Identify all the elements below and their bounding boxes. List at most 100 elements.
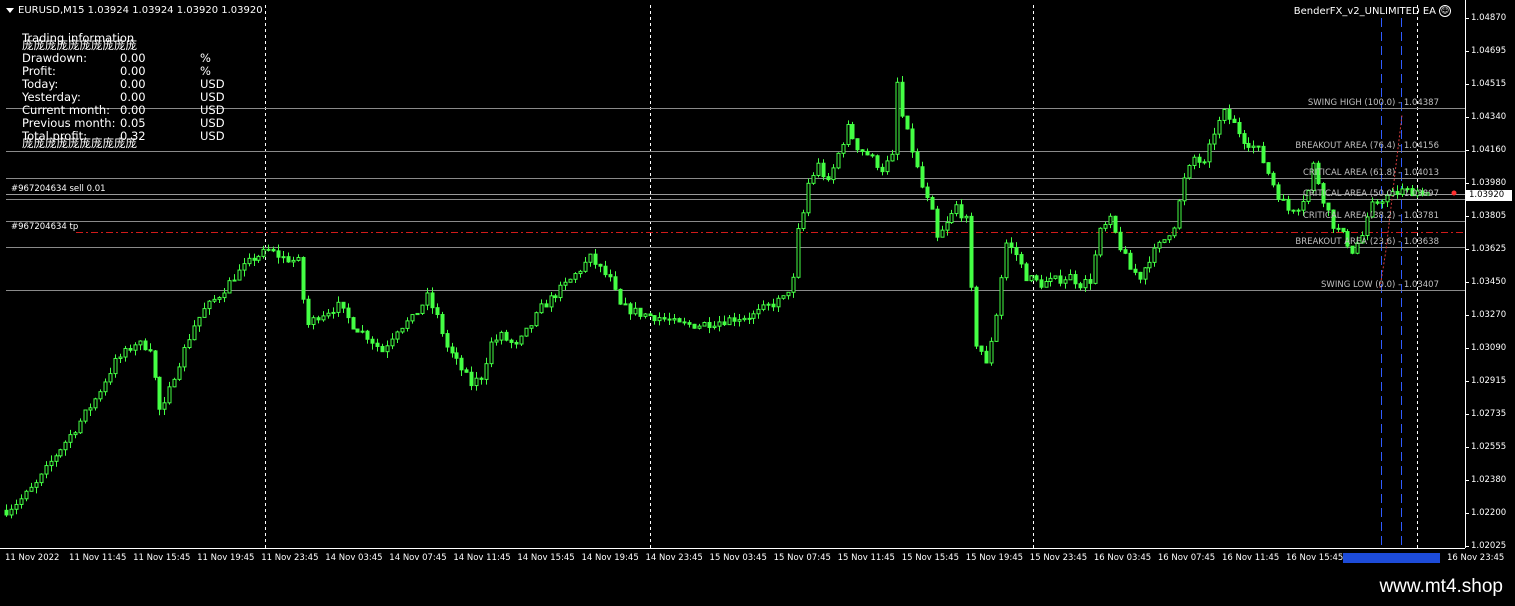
price-axis[interactable]: 1.04870 1.04695 1.04515 1.04340 1.04160 1.039… [1465, 0, 1515, 551]
order-lines[interactable] [6, 190, 1465, 233]
candle [63, 440, 68, 456]
candle [544, 299, 549, 308]
candle [821, 159, 826, 181]
candle [1167, 235, 1172, 244]
candle [187, 333, 192, 350]
candle [459, 355, 464, 377]
candle [108, 367, 113, 385]
candle [1009, 237, 1014, 254]
price-tick: 1.04160 [1465, 144, 1507, 155]
candle [242, 258, 247, 277]
candle [207, 299, 212, 315]
candle [172, 377, 177, 388]
candle [395, 330, 400, 343]
candle [390, 333, 395, 350]
chart-header[interactable]: EURUSD,M15 1.03924 1.03924 1.03920 1.039… [6, 5, 263, 16]
time-selection-highlight [1343, 553, 1440, 563]
candle [1182, 173, 1187, 206]
candle [549, 292, 554, 312]
time-axis[interactable]: 11 Nov 2022 11 Nov 11:45 11 Nov 15:45 11 No… [0, 548, 1504, 573]
candle [385, 340, 390, 358]
candle [598, 263, 603, 273]
candle [445, 329, 450, 352]
candle [73, 430, 78, 439]
candle [103, 378, 108, 396]
candle [167, 381, 172, 405]
candle [88, 403, 93, 417]
candle [14, 499, 19, 515]
candle [1162, 239, 1167, 244]
price-tick: 1.04870 [1465, 12, 1507, 23]
time-tick: 15 Nov 15:45 [901, 553, 959, 563]
candle [870, 153, 875, 158]
candle [1093, 250, 1098, 285]
candle [949, 209, 954, 225]
chart-window[interactable]: EURUSD,M15 1.03924 1.03924 1.03920 1.039… [0, 0, 1515, 572]
smiley-icon[interactable]: ☺ [1439, 5, 1451, 17]
candle [1286, 195, 1291, 215]
candle [613, 271, 618, 291]
watermark: www.mt4.shop [1379, 576, 1503, 597]
candle [351, 316, 356, 330]
candle [652, 315, 657, 325]
time-tick: 14 Nov 07:45 [389, 553, 447, 563]
time-tick: 15 Nov 11:45 [837, 553, 895, 563]
candle [1172, 226, 1177, 239]
candle [692, 323, 697, 329]
candle [727, 315, 732, 326]
candle [192, 320, 197, 341]
candle [58, 448, 63, 458]
candle [1202, 159, 1207, 165]
candle [1207, 139, 1212, 168]
candle [1014, 242, 1019, 261]
price-tick: 1.02380 [1465, 474, 1507, 485]
candle [464, 367, 469, 373]
candle [514, 340, 519, 349]
candle [400, 327, 405, 334]
candle [227, 277, 232, 294]
candle [776, 295, 781, 312]
candle [1336, 223, 1341, 233]
time-tick: 15 Nov 03:45 [709, 553, 767, 563]
candle [841, 142, 846, 158]
candle [9, 504, 14, 519]
candle [742, 315, 747, 322]
price-tick: 1.02735 [1465, 408, 1507, 419]
candle [1058, 269, 1063, 287]
price-tick: 1.03270 [1465, 309, 1507, 320]
period-separators [265, 5, 1418, 548]
candle [1232, 115, 1237, 124]
candle [1237, 117, 1242, 138]
candle [529, 325, 534, 333]
candle [707, 317, 712, 334]
candle [1063, 276, 1068, 289]
candle [910, 123, 915, 158]
candle [202, 302, 207, 318]
candle [232, 274, 237, 282]
dropdown-triangle-icon[interactable] [6, 8, 14, 13]
candle [717, 316, 722, 332]
candle [905, 115, 910, 130]
candle [375, 338, 380, 352]
time-tick: 11 Nov 15:45 [133, 553, 191, 563]
candle [539, 299, 544, 314]
symbol-header: EURUSD,M15 1.03924 1.03924 1.03920 1.039… [18, 5, 263, 16]
candle [846, 120, 851, 148]
time-tick: 16 Nov 11:45 [1221, 553, 1280, 563]
candle [1256, 145, 1261, 152]
candle [1073, 270, 1078, 289]
candle [4, 504, 9, 517]
price-tick: 1.04515 [1465, 78, 1507, 89]
candle [1004, 239, 1009, 281]
candle [450, 342, 455, 358]
candle [54, 453, 59, 467]
candle [969, 212, 974, 292]
candle [474, 371, 479, 391]
candle [44, 461, 49, 479]
candle [1078, 281, 1083, 291]
expert-advisor-label[interactable]: BenderFX_v2_UNLIMITED EA ☺ [1294, 5, 1451, 17]
candle [93, 397, 98, 411]
candle [1157, 240, 1162, 253]
candle [1350, 245, 1355, 255]
candle [162, 397, 167, 415]
